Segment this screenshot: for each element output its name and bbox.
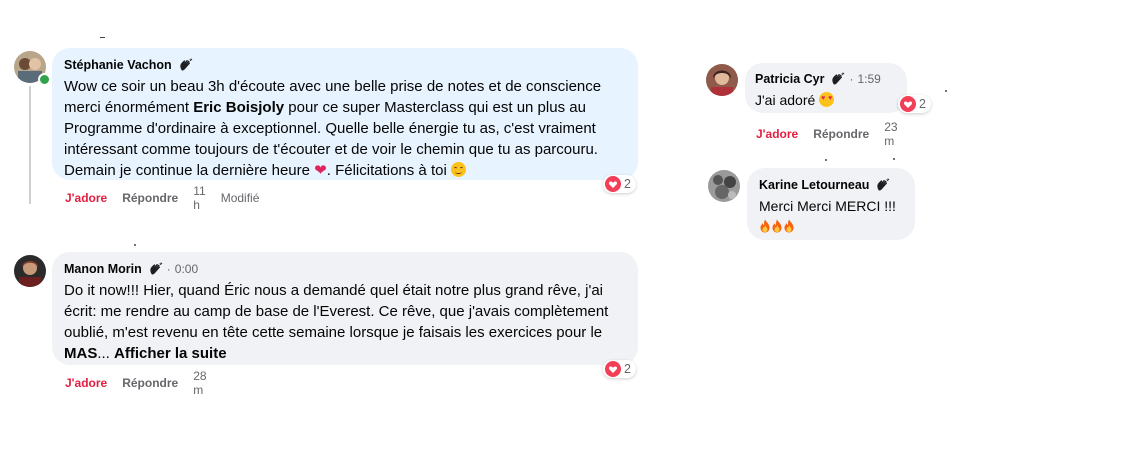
reply-button[interactable]: Répondre — [122, 376, 178, 390]
online-status-icon — [38, 73, 51, 86]
love-reaction-icon — [605, 361, 621, 377]
thread-line — [29, 86, 31, 204]
comment-bubble: Manon Morin · 0:00 Do it now!!! Hier, qu… — [52, 252, 638, 365]
comment-line: merci énormément Eric Boisjoly pour ce s… — [64, 97, 626, 118]
smile-emoji — [450, 162, 466, 177]
separator: · — [166, 262, 171, 276]
heart-emoji: ❤ — [314, 162, 327, 179]
comment-line: Programme d'ordinaire à exceptionnel. Qu… — [64, 120, 596, 137]
reaction-number: 2 — [624, 362, 631, 376]
comment-bubble: Karine Letourneau Merci Merci MERCI !!! — [747, 168, 915, 240]
author-name[interactable]: Manon Morin — [64, 262, 142, 276]
see-more-link[interactable]: Afficher la suite — [114, 345, 227, 362]
comment-line: MAS... Afficher la suite — [64, 343, 626, 364]
artifact — [825, 159, 827, 161]
comment-bubble: Patricia Cyr · 1:59 J'ai adoré ♥ ♥ — [745, 63, 907, 113]
avatar[interactable] — [708, 170, 740, 202]
comment-text-part: ... — [97, 345, 115, 362]
like-button[interactable]: J'adore — [65, 376, 107, 390]
love-reaction-icon — [605, 176, 621, 192]
comment-line: Wow ce soir un beau 3h d'écoute avec une… — [64, 78, 602, 95]
like-button[interactable]: J'adore — [756, 127, 798, 141]
heart-face-emoji: ♥ ♥ — [819, 92, 835, 107]
wave-badge-icon — [830, 72, 845, 87]
fire-emoji — [783, 219, 795, 233]
author-name[interactable]: Stéphanie Vachon — [64, 58, 172, 72]
avatar[interactable] — [706, 64, 738, 96]
comment-text: J'ai adoré ♥ ♥ — [755, 90, 897, 111]
comment-actions: J'adore Répondre 23 m — [756, 120, 913, 148]
avatar[interactable] — [14, 255, 46, 287]
reaction-count[interactable]: 2 — [603, 360, 636, 378]
comment-bubble: Stéphanie Vachon Wow ce soir un beau 3h … — [52, 48, 638, 180]
comment-text-part: merci énormément — [64, 99, 194, 116]
comment-text-part: . Félicitations à toi — [326, 162, 447, 179]
artifact — [134, 244, 136, 246]
comment-line: Demain je continue la dernière heure ❤. … — [64, 160, 626, 181]
comment-line: J'ai adoré — [755, 92, 816, 108]
reply-button[interactable]: Répondre — [813, 127, 869, 141]
wave-badge-icon — [148, 262, 163, 277]
fire-emoji — [759, 219, 771, 233]
reply-button[interactable]: Répondre — [122, 191, 178, 205]
timestamp-link[interactable]: 28 m — [193, 369, 206, 397]
separator: · — [849, 72, 854, 86]
reaction-count[interactable]: 2 — [603, 175, 636, 193]
edited-label: Modifié — [220, 191, 260, 205]
artifact — [945, 90, 947, 92]
fire-emojis — [759, 219, 903, 236]
comment-line: oublié, m'est revenu en tête cette semai… — [64, 324, 603, 341]
timestamp-link[interactable]: 11 h — [193, 184, 205, 212]
reaction-count[interactable]: 2 — [898, 95, 931, 113]
author-name[interactable]: Patricia Cyr — [755, 72, 824, 86]
video-timestamp[interactable]: 1:59 — [857, 72, 880, 86]
video-timestamp[interactable]: 0:00 — [175, 262, 198, 276]
wave-badge-icon — [875, 178, 890, 193]
mention-link[interactable]: Eric Boisjoly — [193, 99, 284, 116]
comment-line: Do it now!!! Hier, quand Éric nous a dem… — [64, 282, 604, 299]
comment-text-part: MAS — [64, 345, 98, 362]
reaction-number: 2 — [919, 97, 926, 111]
artifact — [893, 158, 895, 160]
love-reaction-icon — [900, 96, 916, 112]
comment-line: intéressant comme toujours de t'écouter … — [64, 141, 598, 158]
comment-text: Merci Merci MERCI !!! — [759, 198, 896, 214]
timestamp-link[interactable]: 23 m — [884, 120, 897, 148]
comment-actions: J'adore Répondre 28 m — [65, 369, 222, 397]
comment-text-part: Demain je continue la dernière heure — [64, 162, 310, 179]
comment-text: Wow ce soir un beau 3h d'écoute avec une… — [64, 76, 626, 181]
reaction-number: 2 — [624, 177, 631, 191]
comment-text-part: pour ce super Masterclass qui est un plu… — [284, 99, 586, 116]
author-name[interactable]: Karine Letourneau — [759, 178, 869, 192]
like-button[interactable]: J'adore — [65, 191, 107, 205]
artifact — [100, 37, 105, 38]
comment-text: Do it now!!! Hier, quand Éric nous a dem… — [64, 280, 626, 364]
comment-actions: J'adore Répondre 11 h Modifié — [65, 184, 274, 212]
fire-emoji — [771, 219, 783, 233]
comment-line: écrit: me rendre au camp de base de l'Ev… — [64, 303, 609, 320]
wave-badge-icon — [178, 58, 193, 73]
